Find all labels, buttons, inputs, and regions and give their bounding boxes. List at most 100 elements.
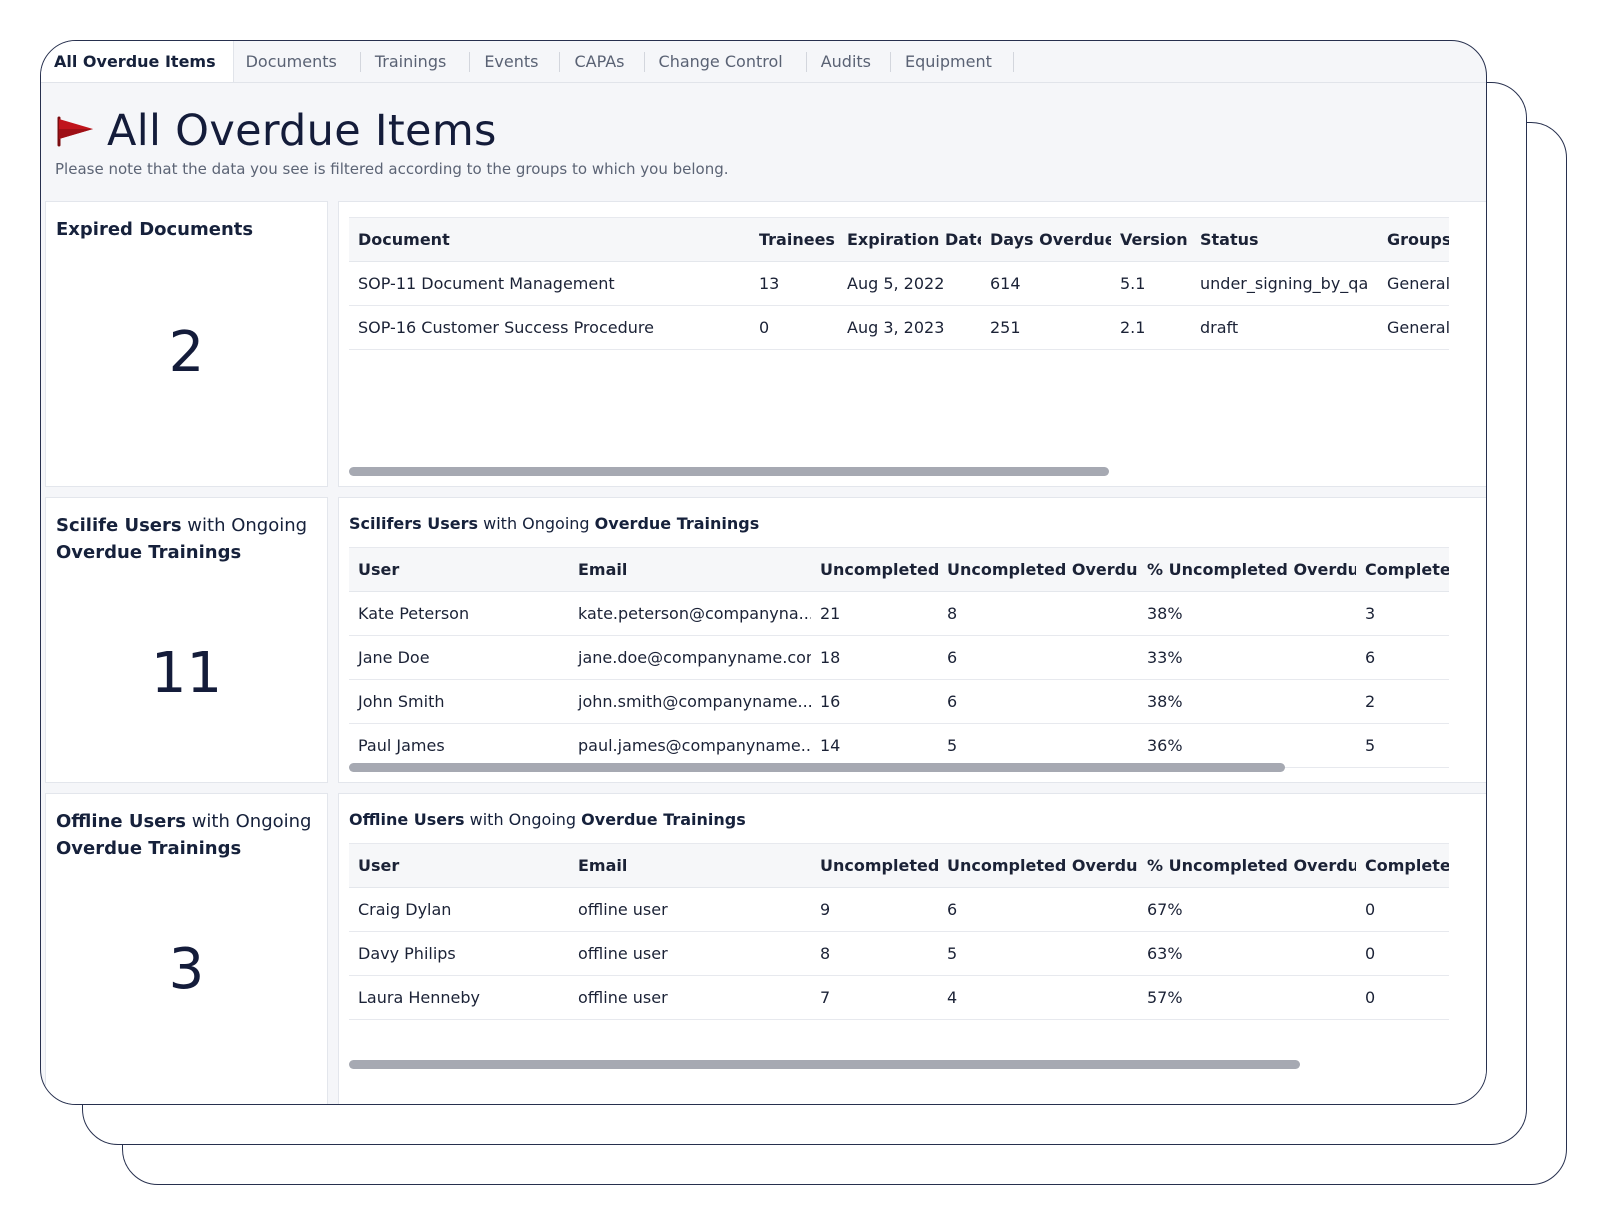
kpi-value: 2 xyxy=(168,320,205,385)
tab-change-control[interactable]: Change Control xyxy=(645,41,807,82)
column-header[interactable]: Uncompleted xyxy=(811,843,938,888)
table-cell: 5.1 xyxy=(1111,261,1191,306)
email-cell: offline user xyxy=(569,975,811,1020)
table-row[interactable]: John Smith john.smith@companyname.... 16… xyxy=(349,679,1449,724)
tab-audits[interactable]: Audits xyxy=(807,41,892,82)
user-cell[interactable]: Laura Henneby xyxy=(349,975,569,1020)
email-cell: offline user xyxy=(569,887,811,932)
document-name-cell[interactable]: SOP-16 Customer Success Procedure xyxy=(349,305,750,350)
offline-users-table-card: Offline Users with Ongoing Overdue Train… xyxy=(338,793,1486,1104)
table-cell: 18 xyxy=(811,635,938,680)
table-row[interactable]: Laura Henneby offline user 7 4 57% 0 xyxy=(349,975,1449,1020)
email-cell: paul.james@companyname.... xyxy=(569,723,811,768)
kpi-title: Scilife Users with Ongoing Overdue Train… xyxy=(56,515,308,563)
tab-events[interactable]: Events xyxy=(470,41,561,82)
table-cell: 57% xyxy=(1138,975,1356,1020)
table-cell: 0 xyxy=(750,305,838,350)
horizontal-scrollbar[interactable] xyxy=(349,763,1285,772)
table-cell: Aug 5, 2022 xyxy=(838,261,981,306)
user-cell[interactable]: Paul James xyxy=(349,723,569,768)
table-cell: 8 xyxy=(811,931,938,976)
email-cell: john.smith@companyname.... xyxy=(569,679,811,724)
user-cell[interactable]: Kate Peterson xyxy=(349,591,569,636)
red-flag-icon xyxy=(57,116,93,147)
page-title: All Overdue Items xyxy=(107,106,497,156)
user-cell[interactable]: Jane Doe xyxy=(349,635,569,680)
kpi-title: Offline Users with Ongoing Overdue Train… xyxy=(56,811,312,859)
column-header[interactable]: User xyxy=(349,843,569,888)
user-cell[interactable]: John Smith xyxy=(349,679,569,724)
email-cell: offline user xyxy=(569,931,811,976)
user-cell[interactable]: Davy Philips xyxy=(349,931,569,976)
table-header-row: Document Trainees Expiration Date Days O… xyxy=(349,217,1449,262)
tab-trainings[interactable]: Trainings xyxy=(361,41,471,82)
table-row[interactable]: Craig Dylan offline user 9 6 67% 0 xyxy=(349,887,1449,932)
table-row[interactable]: Davy Philips offline user 8 5 63% 0 xyxy=(349,931,1449,976)
tab-documents[interactable]: Documents xyxy=(234,41,362,82)
tab-equipment[interactable]: Equipment xyxy=(891,41,1014,82)
horizontal-scrollbar[interactable] xyxy=(349,467,1109,476)
table-row[interactable]: SOP-11 Document Management 13 Aug 5, 202… xyxy=(349,261,1449,306)
email-cell: jane.doe@companyname.com xyxy=(569,635,811,680)
table-cell: 6 xyxy=(938,635,1138,680)
table-cell: 38% xyxy=(1138,591,1356,636)
tab-capas[interactable]: CAPAs xyxy=(560,41,645,82)
expired-documents-kpi-card: Expired Documents 2 xyxy=(45,201,328,487)
column-header[interactable]: Completed xyxy=(1356,843,1449,888)
column-header[interactable]: Email xyxy=(569,547,811,592)
table-cell: 6 xyxy=(938,887,1138,932)
tab-all-overdue-items[interactable]: All Overdue Items xyxy=(41,41,234,82)
offline-users-kpi-card: Offline Users with Ongoing Overdue Train… xyxy=(45,793,328,1104)
page-header: All Overdue Items xyxy=(55,106,497,156)
table-cell: 614 xyxy=(981,261,1111,306)
table-cell: 6 xyxy=(938,679,1138,724)
column-header[interactable]: Status xyxy=(1191,217,1378,262)
table-cell: 14 xyxy=(811,723,938,768)
column-header[interactable]: Email xyxy=(569,843,811,888)
table-header-row: User Email Uncompleted Uncompleted Overd… xyxy=(349,843,1449,888)
column-header[interactable]: Groups xyxy=(1378,217,1449,262)
column-header[interactable]: Trainees xyxy=(750,217,838,262)
table-cell: 5 xyxy=(938,931,1138,976)
column-header[interactable]: Completed xyxy=(1356,547,1449,592)
column-header[interactable]: Days Overdue xyxy=(981,217,1111,262)
column-header[interactable]: Uncompleted xyxy=(811,547,938,592)
table-cell: 16 xyxy=(811,679,938,724)
expired-documents-table-card: Document Trainees Expiration Date Days O… xyxy=(338,201,1486,487)
column-header[interactable]: Uncompleted Overdue xyxy=(938,547,1138,592)
table-header-row: User Email Uncompleted Uncompleted Overd… xyxy=(349,547,1449,592)
table-cell: 38% xyxy=(1138,679,1356,724)
table-row[interactable]: Paul James paul.james@companyname.... 14… xyxy=(349,723,1449,768)
table-row[interactable]: Kate Peterson kate.peterson@companyna...… xyxy=(349,591,1449,636)
expired-documents-table: Document Trainees Expiration Date Days O… xyxy=(349,217,1449,350)
column-header[interactable]: Expiration Date xyxy=(838,217,981,262)
table-row[interactable]: SOP-16 Customer Success Procedure 0 Aug … xyxy=(349,305,1449,350)
scilife-users-kpi-card: Scilife Users with Ongoing Overdue Train… xyxy=(45,497,328,783)
table-cell: General xyxy=(1378,305,1449,350)
column-header[interactable]: Version xyxy=(1111,217,1191,262)
table-cell: 9 xyxy=(811,887,938,932)
table-cell: 33% xyxy=(1138,635,1356,680)
tab-bar: All Overdue Items Documents Trainings Ev… xyxy=(41,41,1486,83)
horizontal-scrollbar[interactable] xyxy=(349,1060,1300,1069)
table-row[interactable]: Jane Doe jane.doe@companyname.com 18 6 3… xyxy=(349,635,1449,680)
email-cell: kate.peterson@companyna... xyxy=(569,591,811,636)
kpi-title: Expired Documents xyxy=(56,219,254,240)
table-cell: General xyxy=(1378,261,1449,306)
table-cell: 5 xyxy=(1356,723,1449,768)
table-cell: 2 xyxy=(1356,679,1449,724)
column-header[interactable]: User xyxy=(349,547,569,592)
column-header[interactable]: % Uncompleted Overdue xyxy=(1138,547,1356,592)
column-header[interactable]: Document xyxy=(349,217,750,262)
user-cell[interactable]: Craig Dylan xyxy=(349,887,569,932)
table-cell: 36% xyxy=(1138,723,1356,768)
table-cell: 0 xyxy=(1356,931,1449,976)
table-cell: 13 xyxy=(750,261,838,306)
dashboard-window: All Overdue Items Documents Trainings Ev… xyxy=(40,40,1487,1105)
column-header[interactable]: % Uncompleted Overdue xyxy=(1138,843,1356,888)
kpi-value: 3 xyxy=(168,937,205,1002)
document-name-cell[interactable]: SOP-11 Document Management xyxy=(349,261,750,306)
table-cell: 63% xyxy=(1138,931,1356,976)
table-cell: 2.1 xyxy=(1111,305,1191,350)
column-header[interactable]: Uncompleted Overdue xyxy=(938,843,1138,888)
